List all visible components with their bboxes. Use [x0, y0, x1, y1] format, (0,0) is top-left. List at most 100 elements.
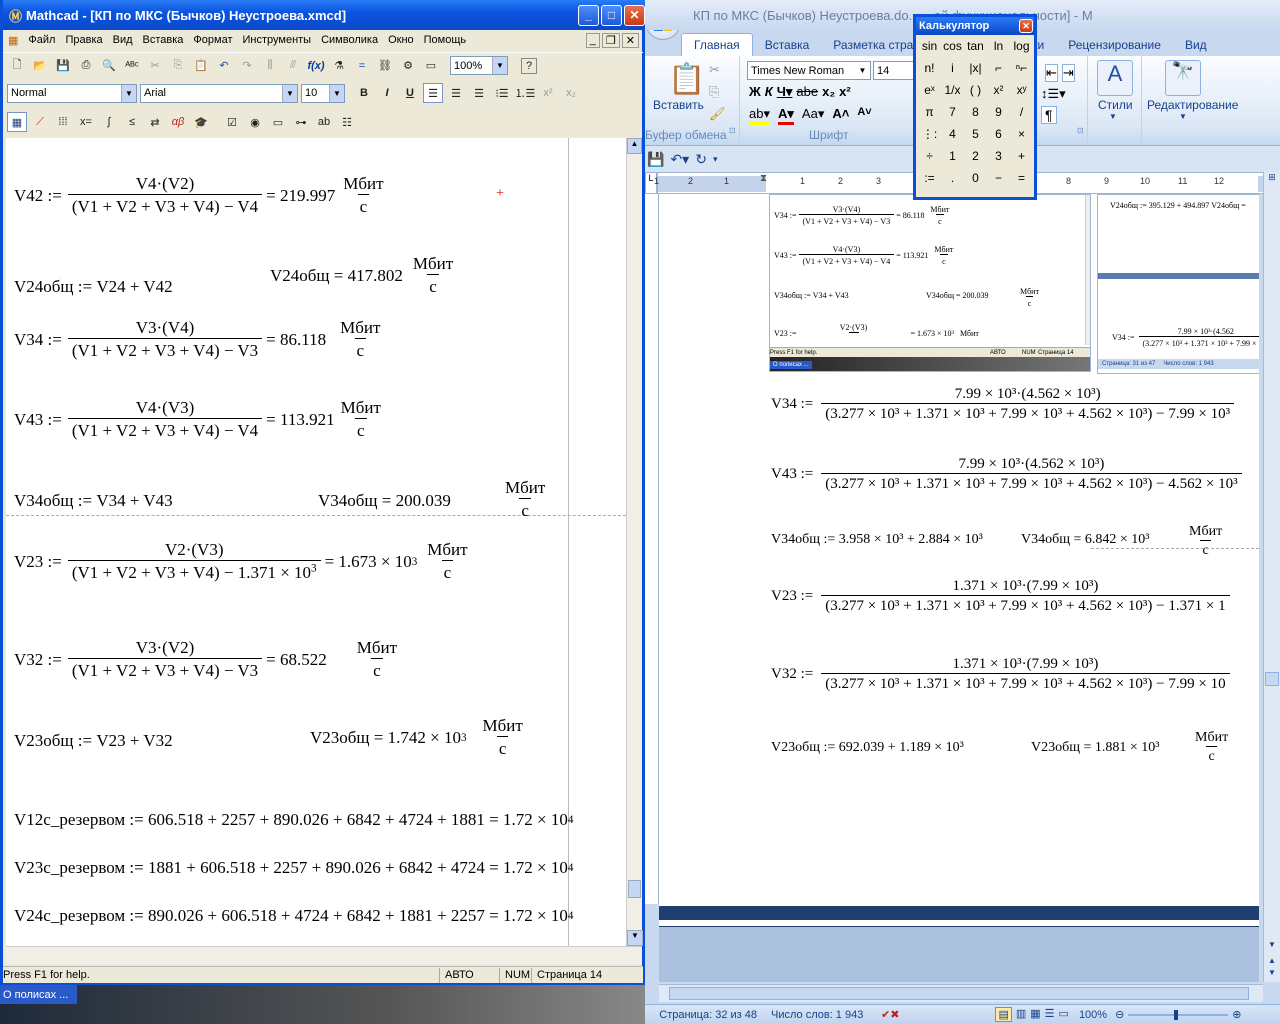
- cut-icon[interactable]: ✂: [709, 62, 720, 78]
- tab-home[interactable]: Главная: [681, 33, 753, 56]
- ruler-toggle-icon[interactable]: ⊞: [1264, 172, 1280, 188]
- scroll-up-icon[interactable]: ▲: [627, 138, 642, 154]
- styles-button[interactable]: Стили: [1098, 98, 1133, 112]
- calc-key-range[interactable]: ⋮:: [918, 123, 941, 145]
- graph-toolbar-icon[interactable]: ⟋: [30, 112, 50, 132]
- calc-key-power[interactable]: xʸ: [1010, 79, 1033, 101]
- push-button-control-icon[interactable]: ▭: [268, 112, 288, 132]
- menu-insert[interactable]: Вставка: [138, 34, 189, 46]
- calc-key-3[interactable]: 3: [987, 145, 1010, 167]
- close-button[interactable]: ✕: [624, 4, 645, 26]
- subscript-icon[interactable]: x₂: [822, 84, 835, 100]
- equation-v34-sum-eval[interactable]: V34общ = 200.039: [318, 491, 451, 511]
- full-screen-view-icon[interactable]: ▥: [1016, 1007, 1026, 1022]
- undo-icon[interactable]: ↶: [214, 56, 234, 76]
- calc-key-2[interactable]: 2: [964, 145, 987, 167]
- equation-v42[interactable]: V42 := V4·(V2) (V1 + V2 + V3 + V4) − V4 =…: [14, 174, 386, 217]
- word-vertical-scrollbar[interactable]: ⊞ ▼ ▲ ▼: [1263, 172, 1280, 982]
- underline-icon[interactable]: U: [400, 83, 420, 103]
- indent-increase-icon[interactable]: ⇥: [1061, 64, 1075, 82]
- menu-edit[interactable]: Правка: [60, 34, 107, 46]
- calc-key-multiply[interactable]: ×: [1010, 123, 1033, 145]
- zoom-combo[interactable]: 100% ▼: [450, 56, 508, 75]
- insert-unit-icon[interactable]: ⚗: [329, 56, 349, 76]
- checkbox-control-icon[interactable]: ☑: [222, 112, 242, 132]
- calc-key-square[interactable]: x²: [987, 79, 1010, 101]
- align-center-icon[interactable]: ☰: [446, 83, 466, 103]
- format-painter-icon[interactable]: 🖌: [709, 106, 726, 122]
- subscript-icon[interactable]: x₂: [561, 83, 581, 103]
- calc-key-6[interactable]: 6: [987, 123, 1010, 145]
- indent-marker[interactable]: ⧗: [760, 173, 767, 184]
- mathcad-horizontal-scrollbar[interactable]: [6, 946, 642, 964]
- word-font-size-combo[interactable]: 14: [873, 61, 917, 80]
- calc-key-1[interactable]: 1: [941, 145, 964, 167]
- proofing-icon[interactable]: ✔✖: [881, 1008, 899, 1021]
- slider-control-icon[interactable]: ⊶: [291, 112, 311, 132]
- shrink-font-icon[interactable]: A˅: [857, 106, 871, 125]
- bullets-icon[interactable]: ⁝☰: [492, 83, 512, 103]
- grow-font-icon[interactable]: A˄: [832, 106, 849, 125]
- show-formatting-icon[interactable]: ¶: [1041, 106, 1057, 124]
- vertical-ruler[interactable]: [645, 194, 659, 904]
- help-icon[interactable]: ?: [521, 57, 537, 74]
- calc-key-exp[interactable]: eˣ: [918, 79, 941, 101]
- close-icon[interactable]: ✕: [1019, 19, 1033, 33]
- hscroll-thumb[interactable]: [669, 987, 1249, 1000]
- taskbar-item[interactable]: О полисах ...: [0, 985, 77, 1004]
- calc-key-sin[interactable]: sin: [918, 35, 941, 57]
- equation-v34[interactable]: V34 := V3·(V4) (V1 + V2 + V3 + V4) − V3 =…: [14, 318, 382, 361]
- calc-key-ln[interactable]: ln: [987, 35, 1010, 57]
- paste-button[interactable]: Вставить: [653, 98, 704, 112]
- print-preview-icon[interactable]: 🔍: [99, 56, 119, 76]
- draft-view-icon[interactable]: ▭: [1059, 1007, 1069, 1022]
- calculus-toolbar-icon[interactable]: ∫: [99, 112, 119, 132]
- mathcad-title-bar[interactable]: Ⓜ Mathcad - [КП по МКС (Бычков) Неустрое…: [3, 0, 648, 30]
- doc-restore-icon[interactable]: ❐: [601, 32, 620, 48]
- menu-file[interactable]: Файл: [23, 34, 60, 46]
- prev-page-icon[interactable]: ▲: [1265, 956, 1279, 968]
- superscript-icon[interactable]: x²: [538, 83, 558, 103]
- line-spacing-icon[interactable]: ↕☰▾: [1041, 86, 1066, 102]
- programming-toolbar-icon[interactable]: ⇄: [145, 112, 165, 132]
- scroll-down-icon[interactable]: ▼: [627, 930, 643, 946]
- align-left-icon[interactable]: ☰: [423, 83, 443, 103]
- cut-icon[interactable]: ✂: [145, 56, 165, 76]
- calc-key-reciprocal[interactable]: 1/x: [941, 79, 964, 101]
- equation-v12-reserve[interactable]: V12с_резервом := 606.518 + 2257 + 890.02…: [14, 810, 573, 830]
- equation-v23[interactable]: V23 := V2·(V3) (V1 + V2 + V3 + V4) − 1.37…: [14, 540, 470, 583]
- calc-key-log[interactable]: log: [1010, 35, 1033, 57]
- tab-review[interactable]: Рецензирование: [1056, 34, 1173, 56]
- dialog-launcher-icon[interactable]: ⊡: [1077, 126, 1084, 135]
- calc-key-abs[interactable]: |x|: [964, 57, 987, 79]
- redo-icon[interactable]: ↻: [695, 151, 707, 168]
- menu-format[interactable]: Формат: [188, 34, 237, 46]
- calc-key-cos[interactable]: cos: [941, 35, 964, 57]
- resource-center-icon[interactable]: ▭: [421, 56, 441, 76]
- equation-v34-sum-unit[interactable]: Мбит с: [503, 478, 547, 521]
- calc-key-pi[interactable]: π: [918, 101, 941, 123]
- font-size-combo[interactable]: 10 ▼: [301, 83, 345, 103]
- equation-v24-sum-def[interactable]: V24общ := V24 + V42: [14, 277, 244, 297]
- maximize-button[interactable]: □: [601, 4, 622, 26]
- align-down-icon[interactable]: ⫻: [283, 56, 303, 76]
- word-page[interactable]: V34 := V3·(V4) (V1 + V2 + V3 + V4) − V3 =…: [659, 194, 1259, 906]
- insert-function-icon[interactable]: f(x): [306, 56, 326, 76]
- dialog-launcher-icon[interactable]: ⊡: [729, 126, 736, 135]
- strikethrough-icon[interactable]: abe: [796, 84, 818, 100]
- menu-tools[interactable]: Инструменты: [238, 34, 317, 46]
- equation-v34-sum-def[interactable]: V34общ := V34 + V43: [14, 491, 173, 511]
- font-color-icon[interactable]: A▾: [778, 106, 794, 125]
- font-combo[interactable]: Arial ▼: [140, 83, 298, 103]
- editing-button[interactable]: Редактирование: [1147, 98, 1238, 112]
- status-word-count[interactable]: Число слов: 1 943: [771, 1009, 867, 1021]
- doc-close-icon[interactable]: ✕: [621, 32, 639, 48]
- symbolic-toolbar-icon[interactable]: 🎓: [191, 112, 211, 132]
- calc-key-nth-root[interactable]: ⁿ⌐: [1010, 57, 1033, 79]
- styles-icon[interactable]: A: [1097, 60, 1133, 96]
- copy-icon[interactable]: ⎘: [168, 56, 188, 76]
- calculator-title-bar[interactable]: Калькулятор ✕: [916, 17, 1034, 35]
- equation-v24-sum-eval[interactable]: V24общ = 417.802 Мбит с: [270, 254, 455, 297]
- greek-toolbar-icon[interactable]: αβ: [168, 112, 188, 132]
- menu-view[interactable]: Вид: [108, 34, 138, 46]
